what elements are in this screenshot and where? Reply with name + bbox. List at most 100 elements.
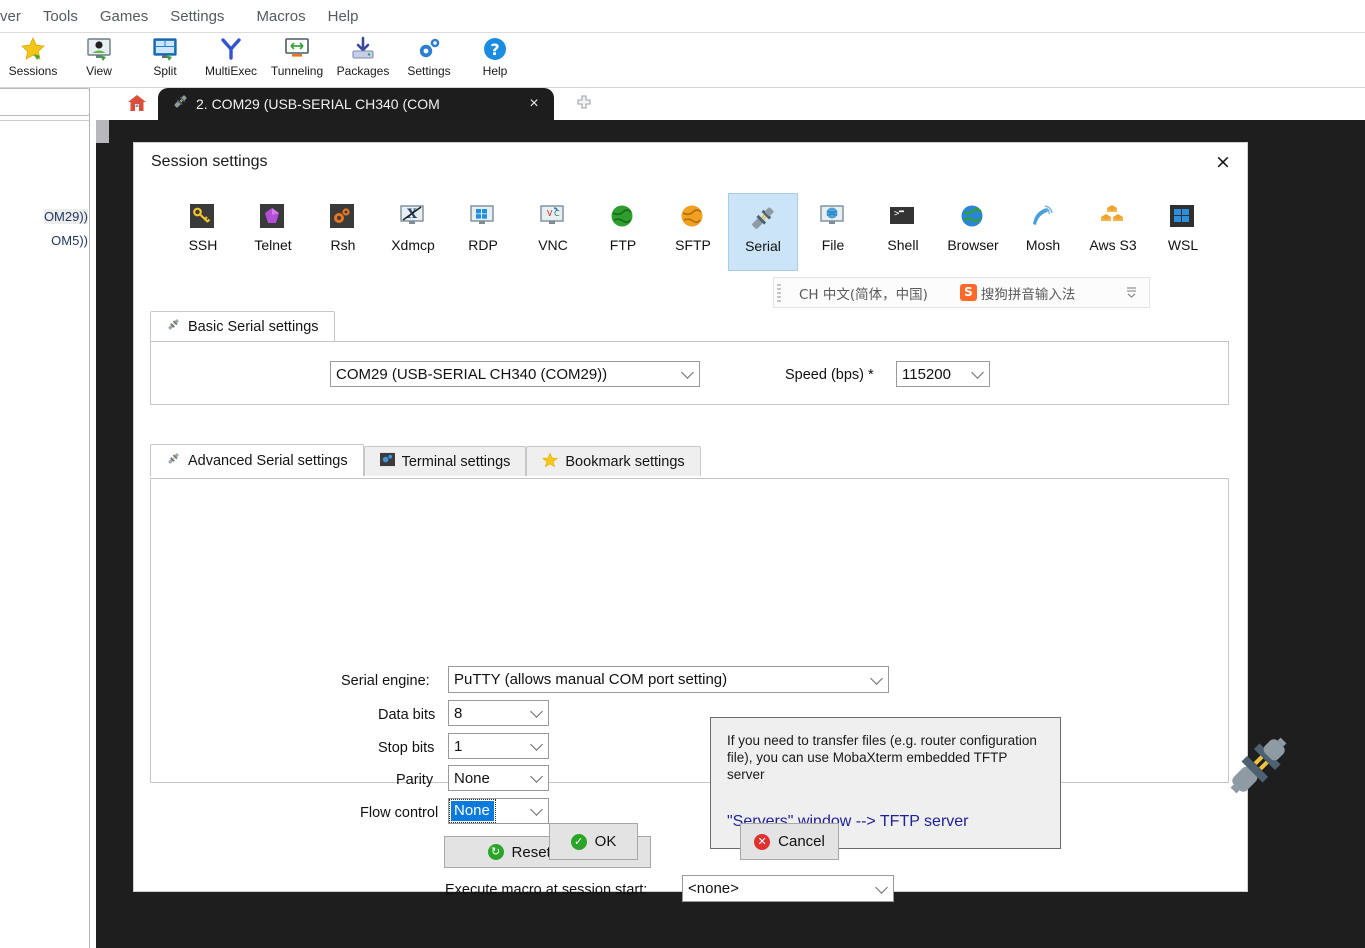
ok-button[interactable]: ✓ OK: [549, 823, 638, 860]
terminal-scrollbar[interactable]: [96, 120, 109, 143]
data-bits-combobox[interactable]: 8: [448, 700, 549, 726]
chevron-down-icon: [530, 803, 543, 816]
session-tree-node[interactable]: OM29)): [43, 209, 88, 224]
protocol-vnc[interactable]: V C VNC: [518, 193, 588, 271]
svg-text:V: V: [547, 209, 553, 218]
toolbar-button-help[interactable]: ? Help: [462, 33, 528, 78]
main-toolbar: Sessions View Split MultiExec Tunneling …: [0, 33, 1365, 88]
speed-combobox[interactable]: 115200: [896, 361, 990, 387]
protocol-wsl[interactable]: WSL: [1148, 193, 1218, 271]
protocol-label: WSL: [1167, 237, 1199, 253]
tab-home[interactable]: [110, 90, 164, 120]
protocol-rdp[interactable]: RDP: [448, 193, 518, 271]
protocol-shell[interactable]: > Shell: [868, 193, 938, 271]
cancel-label: Cancel: [778, 833, 825, 850]
menu-settings[interactable]: Settings: [159, 0, 235, 33]
protocol-file[interactable]: File: [798, 193, 868, 271]
session-tree: OM29)) OM5)): [0, 120, 90, 948]
tab-close-icon[interactable]: ×: [526, 96, 542, 112]
dialog-close-icon[interactable]: ×: [1211, 151, 1235, 175]
toolbar-label: Sessions: [8, 64, 58, 78]
protocol-serial[interactable]: Serial: [728, 193, 798, 271]
toolbar-button-multiexec[interactable]: MultiExec: [198, 33, 264, 78]
session-settings-dialog: Session settings × SSH Telnet Rsh X Xdmc…: [134, 143, 1287, 902]
toolbar-button-settings[interactable]: Settings: [396, 33, 462, 78]
menu-server-clipped[interactable]: ver: [0, 0, 32, 33]
serial-plug-large-icon: [1226, 732, 1292, 803]
parity-combobox[interactable]: None: [448, 765, 549, 791]
session-tree-node[interactable]: OM5)): [51, 233, 88, 248]
toolbar-button-sessions[interactable]: Sessions: [0, 33, 66, 78]
menu-games[interactable]: Games: [89, 0, 159, 33]
ime-drag-handle[interactable]: [777, 283, 781, 302]
menu-help[interactable]: Help: [317, 0, 370, 33]
advanced-tabstrip: Advanced Serial settings Terminal settin…: [150, 444, 701, 476]
tab-terminal-settings[interactable]: Terminal settings: [363, 446, 527, 476]
ime-toolbar[interactable]: CH 中文(简体，中国) S 搜狗拼音输入法: [773, 277, 1150, 308]
toolbar-button-view[interactable]: View: [66, 33, 132, 78]
orange-globe-icon: [679, 203, 707, 231]
cancel-button[interactable]: ✕ Cancel: [740, 823, 839, 860]
tunnel-icon: [284, 36, 310, 62]
protocol-label: File: [821, 237, 845, 253]
protocol-label: SFTP: [675, 237, 711, 253]
protocol-label: FTP: [609, 237, 637, 253]
toolbar-button-packages[interactable]: Packages: [330, 33, 396, 78]
toolbar-label: MultiExec: [204, 64, 257, 78]
protocol-telnet[interactable]: Telnet: [238, 193, 308, 271]
vnc-monitor-icon: V C: [539, 203, 567, 231]
windows-tile-icon: [1169, 203, 1197, 231]
protocol-aws-s3[interactable]: Aws S3: [1078, 193, 1148, 271]
satellite-icon: [1029, 203, 1057, 231]
x-display-icon: X: [399, 203, 427, 231]
toolbar-label: Settings: [407, 64, 451, 78]
data-bits-label: Data bits: [378, 707, 436, 723]
protocol-selector: SSH Telnet Rsh X Xdmcp RDP V C VNC FTP S…: [150, 193, 1231, 275]
toolbar-button-split[interactable]: Split: [132, 33, 198, 78]
stop-bits-combobox[interactable]: 1: [448, 733, 549, 759]
tab-label: Advanced Serial settings: [188, 452, 348, 469]
protocol-rsh[interactable]: Rsh: [308, 193, 378, 271]
data-bits-value: 8: [454, 704, 463, 722]
question-icon: ?: [482, 36, 508, 62]
toolbar-label: Packages: [336, 64, 390, 78]
ime-expand-icon[interactable]: [1126, 283, 1137, 302]
search-input[interactable]: [0, 88, 90, 116]
protocol-label: Xdmcp: [391, 237, 435, 253]
plus-icon: [576, 94, 592, 116]
ime-method[interactable]: S 搜狗拼音输入法: [959, 283, 1075, 303]
execute-macro-label: Execute macro at session start:: [445, 882, 648, 898]
serial-engine-combobox[interactable]: PuTTY (allows manual COM port setting): [448, 666, 889, 693]
x-circle-icon: ✕: [754, 833, 771, 850]
download-icon: [350, 36, 376, 62]
protocol-browser[interactable]: Browser: [938, 193, 1008, 271]
tab-bookmark-settings[interactable]: Bookmark settings: [526, 446, 701, 476]
tab-basic-serial-settings[interactable]: Basic Serial settings: [150, 311, 335, 341]
menu-tools[interactable]: Tools: [32, 0, 89, 33]
new-tab-button[interactable]: [564, 92, 604, 118]
split-screen-icon: [152, 36, 178, 62]
serial-port-combobox[interactable]: COM29 (USB-SERIAL CH340 (COM29)): [330, 361, 700, 387]
protocol-label: SSH: [188, 237, 218, 253]
sidebar-panel: OM29)) OM5)): [0, 88, 90, 948]
serial-engine-value: PuTTY (allows manual COM port setting): [454, 671, 728, 688]
protocol-ftp[interactable]: FTP: [588, 193, 658, 271]
protocol-sftp[interactable]: SFTP: [658, 193, 728, 271]
windows-monitor-icon: [469, 203, 497, 231]
execute-macro-combobox[interactable]: <none>: [682, 875, 894, 902]
toolbar-button-tunneling[interactable]: Tunneling: [264, 33, 330, 78]
flow-control-combobox[interactable]: None: [448, 798, 549, 824]
serial-engine-label: Serial engine:: [341, 673, 430, 689]
parity-label: Parity: [396, 772, 434, 788]
tab-session-com29[interactable]: 2. COM29 (USB-SERIAL CH340 (COM: [158, 88, 554, 120]
svg-text:?: ?: [490, 40, 499, 59]
protocol-mosh[interactable]: Mosh: [1008, 193, 1078, 271]
tab-advanced-serial-settings[interactable]: Advanced Serial settings: [150, 444, 364, 476]
protocol-ssh[interactable]: SSH: [168, 193, 238, 271]
protocol-xdmcp[interactable]: X Xdmcp: [378, 193, 448, 271]
stop-bits-value: 1: [454, 737, 463, 755]
home-icon: [127, 93, 147, 118]
menu-macros[interactable]: Macros: [245, 0, 316, 33]
chevron-down-icon: [971, 366, 984, 379]
dialog-title: Session settings: [151, 153, 268, 170]
